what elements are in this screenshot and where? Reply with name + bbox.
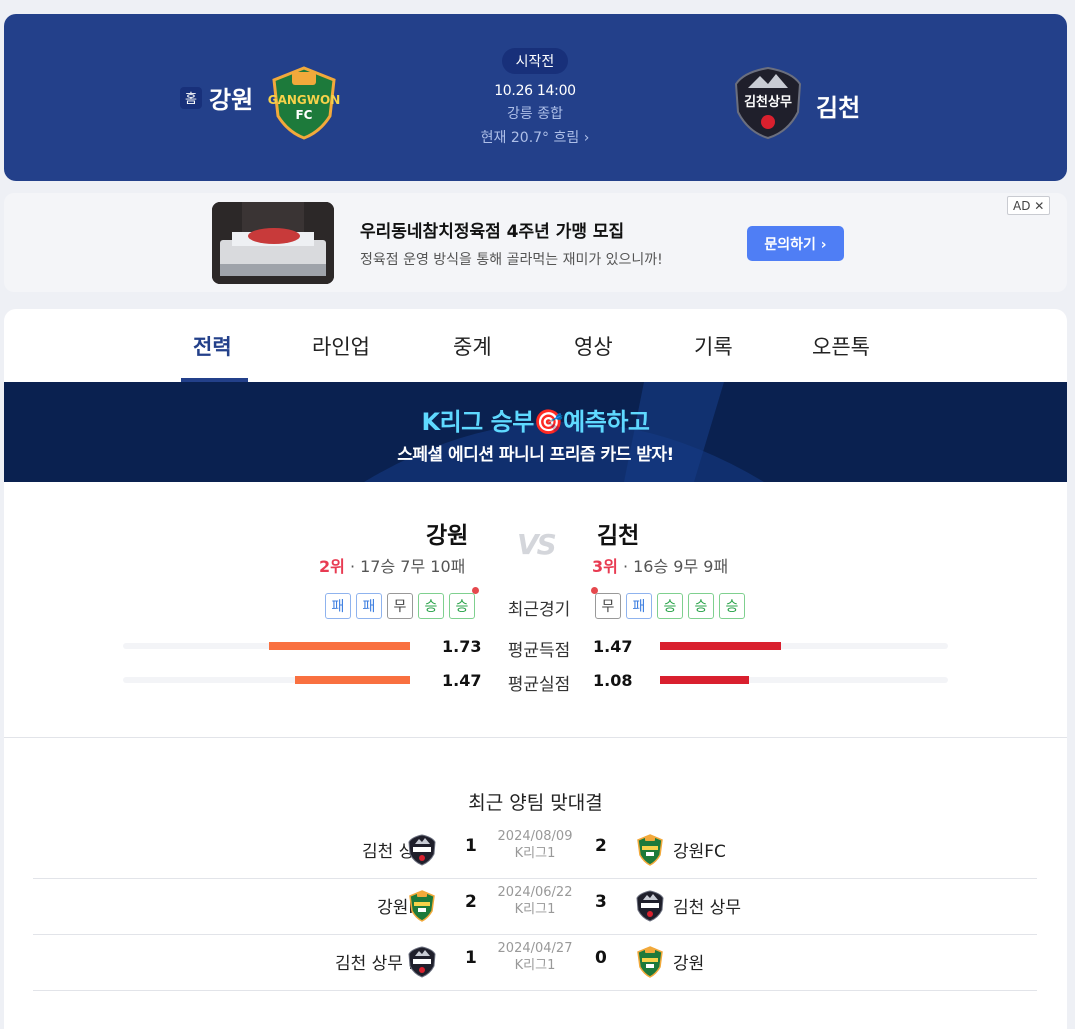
latest-result-dot (472, 587, 479, 594)
home-form-result: 무 (387, 593, 413, 619)
main-card: 전력 라인업 중계 영상 기록 오픈톡 K리그 승부🎯예측하고 스페셜 에디션 … (4, 309, 1067, 1029)
h2h-left-score: 2 (465, 892, 477, 912)
h2h-right-score: 3 (595, 892, 607, 912)
h2h-right-team[interactable]: 강원 (673, 949, 704, 974)
home-form-result: 패 (325, 593, 351, 619)
home-badge: 홈 (180, 86, 202, 109)
away-record: · 16승 9무 9패 (617, 557, 729, 576)
home-conceded-bar (295, 676, 410, 684)
h2h-row[interactable]: 김천 상무 FC 1 2024/04/27 K리그1 0 강원 (33, 935, 1037, 991)
away-rank: 3위 (592, 557, 618, 576)
h2h-right-score: 0 (595, 948, 607, 968)
home-team[interactable]: 홈 강원 (180, 80, 253, 115)
away-form-result: 무 (595, 593, 621, 619)
away-avg-scored: 1.47 (593, 637, 633, 656)
h2h-title: 최근 양팀 맞대결 (468, 792, 603, 814)
gimcheon-crest-icon[interactable]: 김천상무 (732, 66, 804, 140)
tab-bar: 전력 라인업 중계 영상 기록 오픈톡 (4, 309, 1067, 382)
h2h-right-team[interactable]: 김천 상무 (673, 893, 741, 918)
section-divider (4, 737, 1067, 738)
h2h-left-score: 1 (465, 836, 477, 856)
h2h-league: K리그1 (514, 958, 556, 973)
h2h-league: K리그1 (514, 846, 556, 861)
compare-home-name[interactable]: 강원 (426, 516, 468, 550)
h2h-right-team[interactable]: 강원FC (673, 837, 726, 862)
away-form-result: 승 (719, 593, 745, 619)
compare-away-name[interactable]: 김천 (597, 516, 639, 550)
ad-description: 정육점 운영 방식을 통해 골라먹는 재미가 있으니까! (360, 252, 663, 268)
kickoff-time: 10.26 14:00 (494, 83, 576, 99)
svg-text:GANGWON: GANGWON (268, 93, 340, 107)
ad-banner[interactable]: 우리동네참치정육점 4주년 가맹 모집 정육점 운영 방식을 통해 골라먹는 재… (4, 193, 1067, 292)
h2h-right-score: 2 (595, 836, 607, 856)
latest-result-dot (591, 587, 598, 594)
h2h-date: 2024/04/27 (497, 941, 573, 956)
away-recent-form: 무패승승승 (595, 593, 745, 619)
h2h-date-league: 2024/06/22 K리그1 (480, 884, 590, 918)
tab-video[interactable]: 영상 (574, 331, 613, 361)
h2h-left-score: 1 (465, 948, 477, 968)
home-team-name[interactable]: 강원 (209, 80, 253, 115)
home-form-result: 승 (449, 593, 475, 619)
h2h-row[interactable]: 강원FC 2 2024/06/22 K리그1 3 김천 상무 (33, 879, 1037, 935)
match-status-badge: 시작전 (501, 48, 569, 74)
gimcheon-crest-icon (636, 890, 664, 922)
h2h-league: K리그1 (514, 902, 556, 917)
h2h-row[interactable]: 김천 상무 1 2024/08/09 K리그1 2 강원FC (33, 823, 1037, 879)
gangwon-crest-icon (636, 834, 664, 866)
h2h-date: 2024/06/22 (497, 885, 573, 900)
gangwon-crest-icon (636, 946, 664, 978)
h2h-date-league: 2024/04/27 K리그1 (480, 940, 590, 974)
home-rank: 2위 (319, 557, 345, 576)
home-scored-bar (269, 642, 410, 650)
h2h-date: 2024/08/09 (497, 829, 573, 844)
away-conceded-bar (660, 676, 749, 684)
promo-subline: 스페셜 에디션 파니니 프리즘 카드 받자! (397, 445, 674, 465)
tab-broadcast[interactable]: 중계 (453, 331, 492, 361)
weather-link[interactable]: 현재 20.7° 흐림 › (440, 127, 630, 147)
away-rank-record: 3위 · 16승 9무 9패 (592, 553, 728, 577)
home-form-result: 패 (356, 593, 382, 619)
tab-records[interactable]: 기록 (694, 331, 733, 361)
ad-thumbnail-image[interactable] (212, 202, 334, 284)
away-form-result: 패 (626, 593, 652, 619)
home-record: · 17승 7무 10패 (344, 557, 466, 576)
vs-label: VS (517, 528, 557, 561)
away-team-name[interactable]: 김천 (816, 88, 860, 123)
match-info: 시작전 10.26 14:00 강릉 종합 현재 20.7° 흐림 › (440, 48, 630, 147)
away-avg-conceded: 1.08 (593, 671, 633, 690)
away-scored-bar (660, 642, 781, 650)
gangwon-crest-icon (408, 890, 436, 922)
promo-headline: K리그 승부🎯예측하고 (421, 408, 650, 436)
tab-lineup-strength[interactable]: 전력 (193, 331, 232, 361)
away-form-result: 승 (657, 593, 683, 619)
tab-open-talk[interactable]: 오픈톡 (812, 331, 870, 361)
h2h-date-league: 2024/08/09 K리그1 (480, 828, 590, 862)
venue: 강릉 종합 (507, 106, 563, 122)
tab-lineup[interactable]: 라인업 (312, 331, 370, 361)
recent-matches-label: 최근경기 (507, 600, 571, 620)
svg-text:김천상무: 김천상무 (744, 95, 792, 110)
gangwon-crest-icon[interactable]: GANGWON FC (268, 66, 340, 140)
avg-scored-label: 평균득점 (507, 641, 571, 661)
ad-cta-button[interactable]: 문의하기 › (747, 226, 844, 261)
match-header: 홈 강원 GANGWON FC 시작전 10.26 14:00 강릉 종합 현재… (4, 14, 1067, 181)
ad-title[interactable]: 우리동네참치정육점 4주년 가맹 모집 (360, 217, 624, 242)
ad-close-button[interactable]: AD ✕ (1007, 196, 1051, 215)
home-recent-form: 패패무승승 (325, 593, 475, 619)
home-rank-record: 2위 · 17승 7무 10패 (319, 553, 465, 577)
gimcheon-crest-icon (408, 834, 436, 866)
promo-banner[interactable]: K리그 승부🎯예측하고 스페셜 에디션 파니니 프리즘 카드 받자! (4, 382, 1067, 482)
svg-text:FC: FC (295, 108, 312, 122)
home-avg-scored: 1.73 (442, 637, 482, 656)
home-avg-conceded: 1.47 (442, 671, 482, 690)
gimcheon-crest-icon (408, 946, 436, 978)
home-form-result: 승 (418, 593, 444, 619)
avg-conceded-label: 평균실점 (507, 675, 571, 695)
away-form-result: 승 (688, 593, 714, 619)
